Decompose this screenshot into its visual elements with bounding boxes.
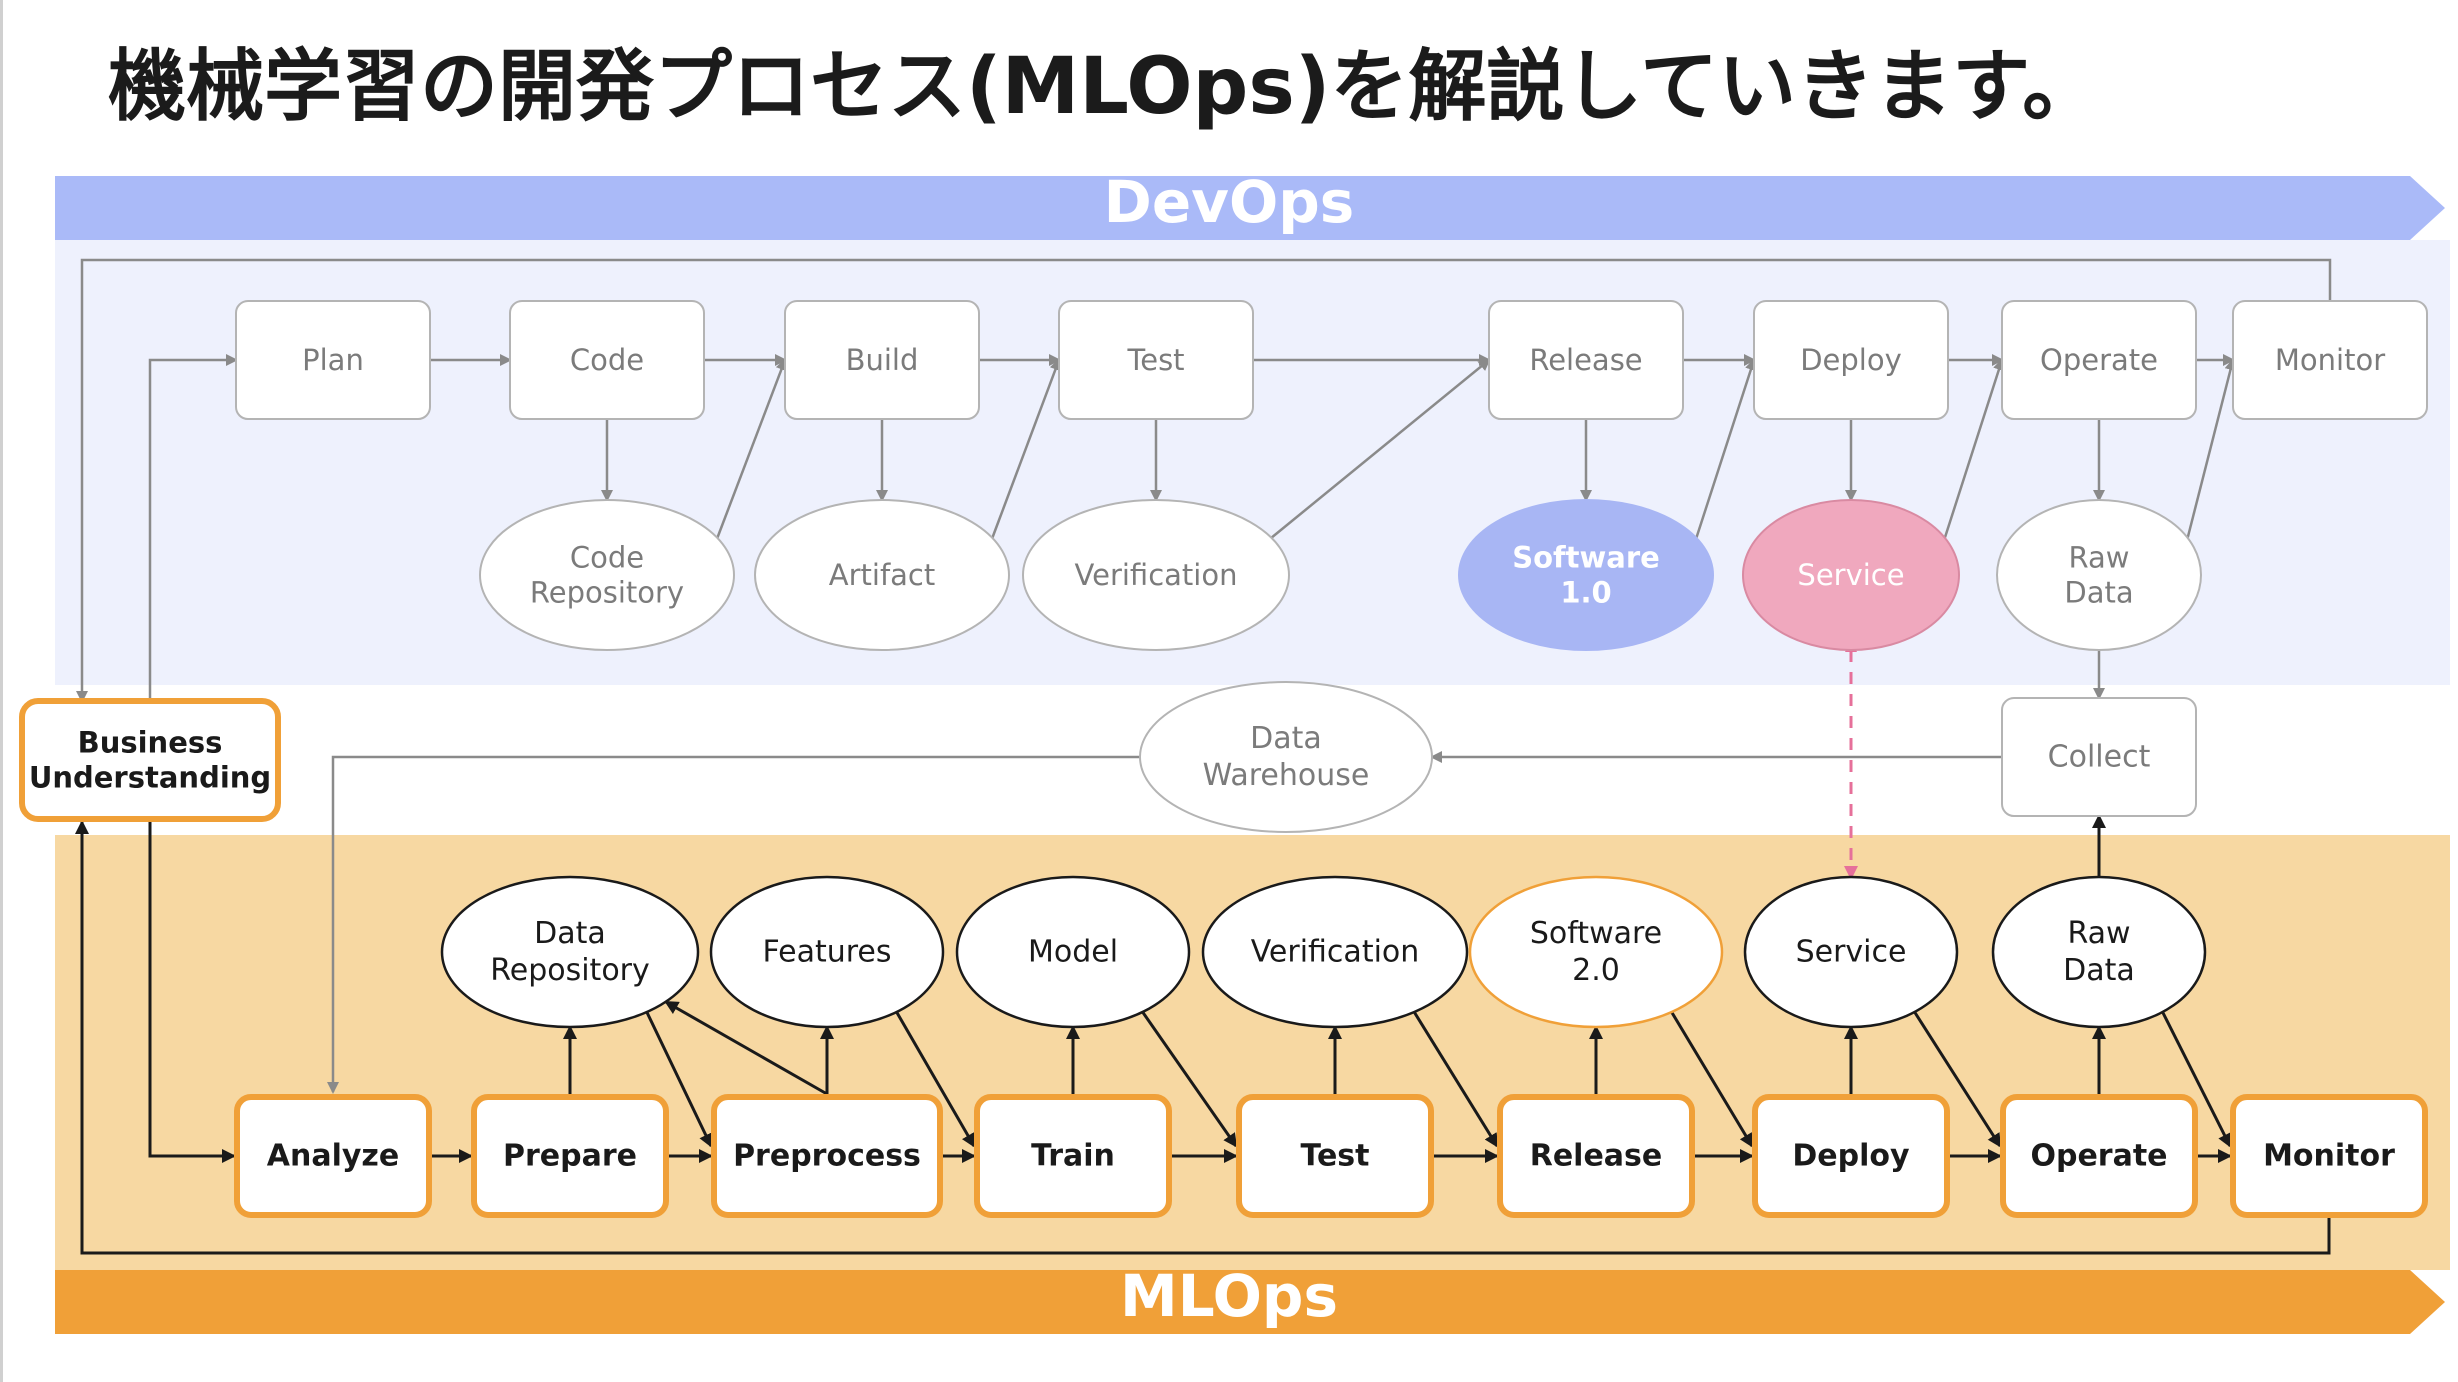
data-warehouse-label-line-1: Data: [1250, 721, 1322, 756]
devops-artifact-raw-data-label-line-2: Data: [2064, 576, 2133, 610]
mlops-artifact-raw-data-label-line-2: Data: [2063, 953, 2135, 988]
devops-artifact-code-repository-label-line-2: Repository: [530, 576, 684, 610]
devops-artifact-software-1-0-label-line-1: Software: [1512, 540, 1660, 574]
mlops-step-operate-label: Operate: [2030, 1139, 2167, 1174]
data-warehouse-label-line-2: Warehouse: [1203, 758, 1370, 793]
mlops-diagram: Plan Code Build Test Release Deploy Operate Mon…: [19, 176, 2450, 1334]
devops-step-operate-label: Operate: [2040, 343, 2158, 377]
mlops-step-preprocess-label: Preprocess: [733, 1139, 921, 1174]
mlops-step-monitor-label: Monitor: [2263, 1139, 2395, 1174]
devops-step-release-label: Release: [1529, 343, 1642, 377]
mlops-step-train-label: Train: [1031, 1139, 1115, 1174]
devops-artifact-raw-data-label-line-1: Raw: [2068, 540, 2129, 574]
mlops-artifact-software-2-0-label-line-2: 2.0: [1572, 953, 1620, 988]
devops-step-plan-label: Plan: [302, 343, 364, 377]
mlops-artifact-verification-label: Verification: [1251, 935, 1420, 970]
devops-artifact-artifact-label: Artifact: [829, 558, 935, 592]
devops-artifact-software-1-0-label-line-2: 1.0: [1560, 576, 1611, 610]
devops-banner: [55, 176, 2445, 240]
business-understanding-box-label-line-1: Business: [78, 725, 223, 759]
mlops-step-prepare-label: Prepare: [503, 1139, 637, 1174]
devops-artifact-verification-label: Verification: [1075, 558, 1238, 592]
mlops-artifact-data-repository-label-line-2: Repository: [490, 953, 650, 988]
devops-step-test-label: Test: [1126, 343, 1184, 377]
devops-step-build-label: Build: [846, 343, 919, 377]
mlops-artifact-model-label: Model: [1028, 935, 1118, 970]
business-understanding-box-label-line-2: Understanding: [29, 761, 271, 795]
mlops-artifact-software-2-0-label-line-1: Software: [1530, 916, 1662, 951]
collect-box-label: Collect: [2048, 740, 2151, 775]
devops-artifact-service-label: Service: [1797, 558, 1904, 592]
devops-step-code-label: Code: [570, 343, 644, 377]
mlops-artifact-data-repository-label-line-1: Data: [534, 916, 606, 951]
devops-artifact-code-repository-label-line-1: Code: [570, 540, 644, 574]
mlops-artifact-features-label: Features: [763, 935, 892, 970]
slide: 機械学習の開発プロセス(MLOps)を解説していきます。 Plan Code Bui…: [0, 0, 2458, 1382]
mlops-banner: [55, 1270, 2445, 1334]
mlops-step-release-label: Release: [1530, 1139, 1663, 1174]
mlops-step-test-label: Test: [1300, 1139, 1369, 1174]
mlops-step-analyze-label: Analyze: [267, 1139, 399, 1174]
mlops-artifact-raw-data-label-line-1: Raw: [2067, 916, 2130, 951]
mlops-artifact-service-label: Service: [1796, 935, 1907, 970]
mlops-step-deploy-label: Deploy: [1792, 1139, 1910, 1174]
devops-step-deploy-label: Deploy: [1800, 343, 1902, 377]
devops-step-monitor-label: Monitor: [2275, 343, 2385, 377]
